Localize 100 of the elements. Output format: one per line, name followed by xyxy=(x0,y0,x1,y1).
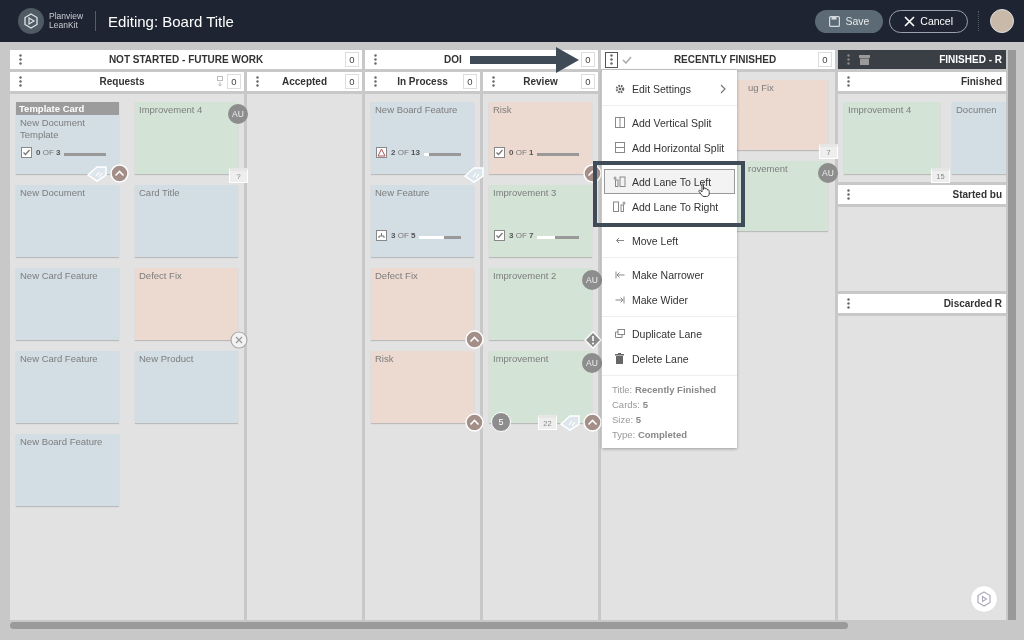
card-title: New Board Feature xyxy=(374,103,459,117)
menu-item[interactable]: Edit Settings xyxy=(604,76,735,101)
user-initials-badge: AU xyxy=(228,104,248,124)
trash-icon xyxy=(615,353,624,364)
more-icon xyxy=(610,54,613,65)
lane-info-text: Type: Completed xyxy=(612,429,688,440)
arrow-left-icon xyxy=(614,237,625,244)
priority-icon xyxy=(110,164,129,183)
tag-icon xyxy=(560,414,580,431)
duplicate-icon xyxy=(614,329,625,338)
menu-item[interactable]: Add Vertical Split xyxy=(604,110,735,135)
brand-name: LeanKit xyxy=(49,21,79,30)
card-title: New Document Template xyxy=(19,116,86,142)
more-icon xyxy=(847,189,850,200)
user-initials-badge: AU xyxy=(582,353,602,373)
user-initials-badge: AU xyxy=(582,270,602,290)
lane-title: Finished xyxy=(959,76,1003,87)
lane-title: Started bu xyxy=(951,189,1003,200)
save-button[interactable]: Save xyxy=(815,9,884,33)
progress-bar xyxy=(537,236,579,239)
menu-item[interactable]: Move Left xyxy=(604,228,735,253)
card-title: New Card Feature xyxy=(19,269,99,283)
brand-name: Planview xyxy=(49,12,84,21)
menu-item[interactable]: Add Lane To Left xyxy=(604,169,735,194)
menu-item[interactable]: Add Horizontal Split xyxy=(604,135,735,160)
lane-info-text: Size: 5 xyxy=(612,414,643,425)
vertical-split-icon xyxy=(614,117,625,128)
wider-icon xyxy=(614,295,625,304)
card-title: New Document xyxy=(19,186,86,200)
priority-icon xyxy=(465,413,484,432)
more-icon xyxy=(847,298,850,309)
progress-count: 0 OF 3 xyxy=(36,148,61,157)
card-title: Improvement 4 xyxy=(847,103,913,117)
lane-title: Requests xyxy=(98,76,146,87)
lane-title: Review xyxy=(522,76,559,87)
card-title: New Card Feature xyxy=(19,352,99,366)
card-count: 0 xyxy=(227,74,241,89)
card[interactable]: Risk 0 OF 1 xyxy=(489,102,592,174)
card[interactable]: New Product xyxy=(135,351,238,423)
card-title: Documen xyxy=(955,103,998,117)
add-lane-left-icon xyxy=(613,176,626,187)
lane-info-text: Cards: 5 xyxy=(612,399,649,410)
card-title: rovement xyxy=(747,162,789,176)
card[interactable]: Card Title xyxy=(135,185,238,257)
lane-title: Discarded R xyxy=(942,298,1003,309)
card-title: New Product xyxy=(138,352,195,366)
card-title: Defect Fix xyxy=(138,269,183,283)
card[interactable]: Improvement 4 xyxy=(844,102,940,174)
card[interactable]: New Feature 3 OF 5 xyxy=(371,185,474,257)
horizontal-scrollbar[interactable] xyxy=(10,622,848,629)
card[interactable]: Improvement 3 3 OF 7 xyxy=(489,185,592,257)
card[interactable]: Template Card New Document Template 0 OF 3 xyxy=(16,102,119,174)
close-icon xyxy=(904,15,916,27)
more-icon xyxy=(374,76,377,87)
progress-bar xyxy=(423,153,461,156)
card-title: ug Fix xyxy=(747,81,775,95)
add-lane-right-icon xyxy=(613,201,626,212)
more-icon xyxy=(19,54,22,65)
progress-bar xyxy=(419,236,461,239)
card[interactable]: New Card Feature xyxy=(16,351,119,423)
settings-icon xyxy=(614,83,625,94)
card[interactable]: Defect Fix xyxy=(371,268,474,340)
card-title: Defect Fix xyxy=(374,269,419,283)
user-avatar[interactable] xyxy=(990,9,1014,33)
more-icon xyxy=(492,76,495,87)
card-title: Card Title xyxy=(138,186,181,200)
card[interactable]: Defect Fix xyxy=(135,268,238,340)
menu-item[interactable]: Make Wider xyxy=(604,287,735,312)
priority-icon xyxy=(465,330,484,349)
board-title: Editing: Board Title xyxy=(108,12,234,30)
warning-icon xyxy=(376,147,387,158)
checkmark-icon xyxy=(622,55,632,64)
card-title: Improvement 3 xyxy=(492,186,558,200)
more-icon xyxy=(256,76,259,87)
archive-box-icon xyxy=(859,54,870,65)
lane-title: Accepted xyxy=(281,76,328,87)
vertical-scrollbar[interactable] xyxy=(1008,50,1016,620)
wip-limit-icon xyxy=(217,76,223,87)
blocked-icon xyxy=(230,331,248,349)
card-count: 0 xyxy=(463,74,477,89)
card[interactable]: New Board Feature 2 OF 13 xyxy=(371,102,474,174)
menu-item[interactable]: Make Narrower xyxy=(604,262,735,287)
card-count: 0 xyxy=(345,74,359,89)
card-title: New Board Feature xyxy=(19,435,104,449)
lane-menu-button[interactable] xyxy=(605,51,618,68)
card[interactable]: Documen xyxy=(952,102,1006,174)
card[interactable]: New Board Feature xyxy=(16,434,119,506)
card[interactable]: New Document xyxy=(16,185,119,257)
progress-count: 3 OF 5 xyxy=(391,231,416,240)
menu-item[interactable]: Duplicate Lane xyxy=(604,321,735,346)
lane-title: In Process xyxy=(396,76,449,87)
user-initials-badge: AU xyxy=(818,163,838,183)
progress-count: 2 OF 13 xyxy=(391,148,420,157)
checkbox-icon xyxy=(494,230,505,241)
card[interactable]: Risk xyxy=(371,351,474,423)
horizontal-split-icon xyxy=(614,142,625,153)
card[interactable]: New Card Feature xyxy=(16,268,119,340)
menu-item[interactable]: Delete Lane xyxy=(604,346,735,371)
menu-item[interactable]: Add Lane To Right xyxy=(604,194,735,219)
save-icon xyxy=(829,15,841,27)
